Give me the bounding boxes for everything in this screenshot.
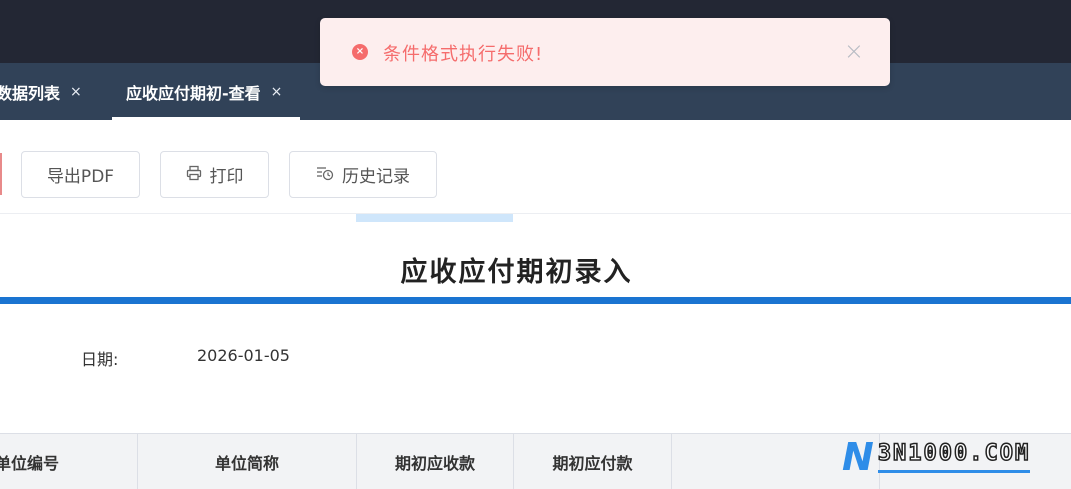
watermark-text: 3N1000.COM [877, 440, 1031, 473]
printer-icon [186, 165, 202, 185]
toast-message: 条件格式执行失败! [383, 44, 544, 65]
selection-highlight [356, 214, 513, 222]
date-value: 2026-01-05 [197, 346, 290, 365]
print-button[interactable]: 打印 [160, 151, 269, 198]
error-circle-icon: × [352, 44, 368, 60]
history-label: 历史记录 [342, 167, 410, 187]
export-pdf-button[interactable]: 导出PDF [21, 151, 140, 198]
column-header-unit-short-name: 单位简称 [138, 434, 357, 489]
tab-close-icon[interactable]: × [271, 84, 283, 100]
column-header-opening-receivable: 期初应收款 [357, 434, 514, 489]
toolbar-edge-button[interactable] [0, 153, 2, 195]
watermark-logo-letter: N [842, 435, 874, 479]
site-watermark-logo: N 3N1000.COM [842, 435, 1057, 479]
history-button[interactable]: 历史记录 [289, 151, 437, 198]
column-header-unit-code: 单位编号 [0, 434, 138, 489]
column-header-opening-payable: 期初应付款 [514, 434, 672, 489]
tab-ar-ap-opening-view[interactable]: 应收应付期初-查看 × [112, 63, 300, 120]
date-label: 日期: [81, 350, 119, 369]
error-toast: × 条件格式执行失败! × [320, 18, 890, 86]
history-list-icon [316, 165, 334, 185]
export-pdf-label: 导出PDF [46, 167, 115, 187]
print-label: 打印 [209, 167, 244, 187]
tab-label: 数据列表 [0, 83, 61, 103]
tab-label: 应收应付期初-查看 [126, 83, 261, 103]
document-title: 应收应付期初录入 [400, 257, 633, 288]
tab-data-list[interactable]: 数据列表 × [0, 63, 82, 120]
toast-close-icon[interactable]: × [844, 37, 864, 65]
tab-close-icon[interactable]: × [70, 84, 82, 100]
title-divider [0, 297, 1071, 304]
